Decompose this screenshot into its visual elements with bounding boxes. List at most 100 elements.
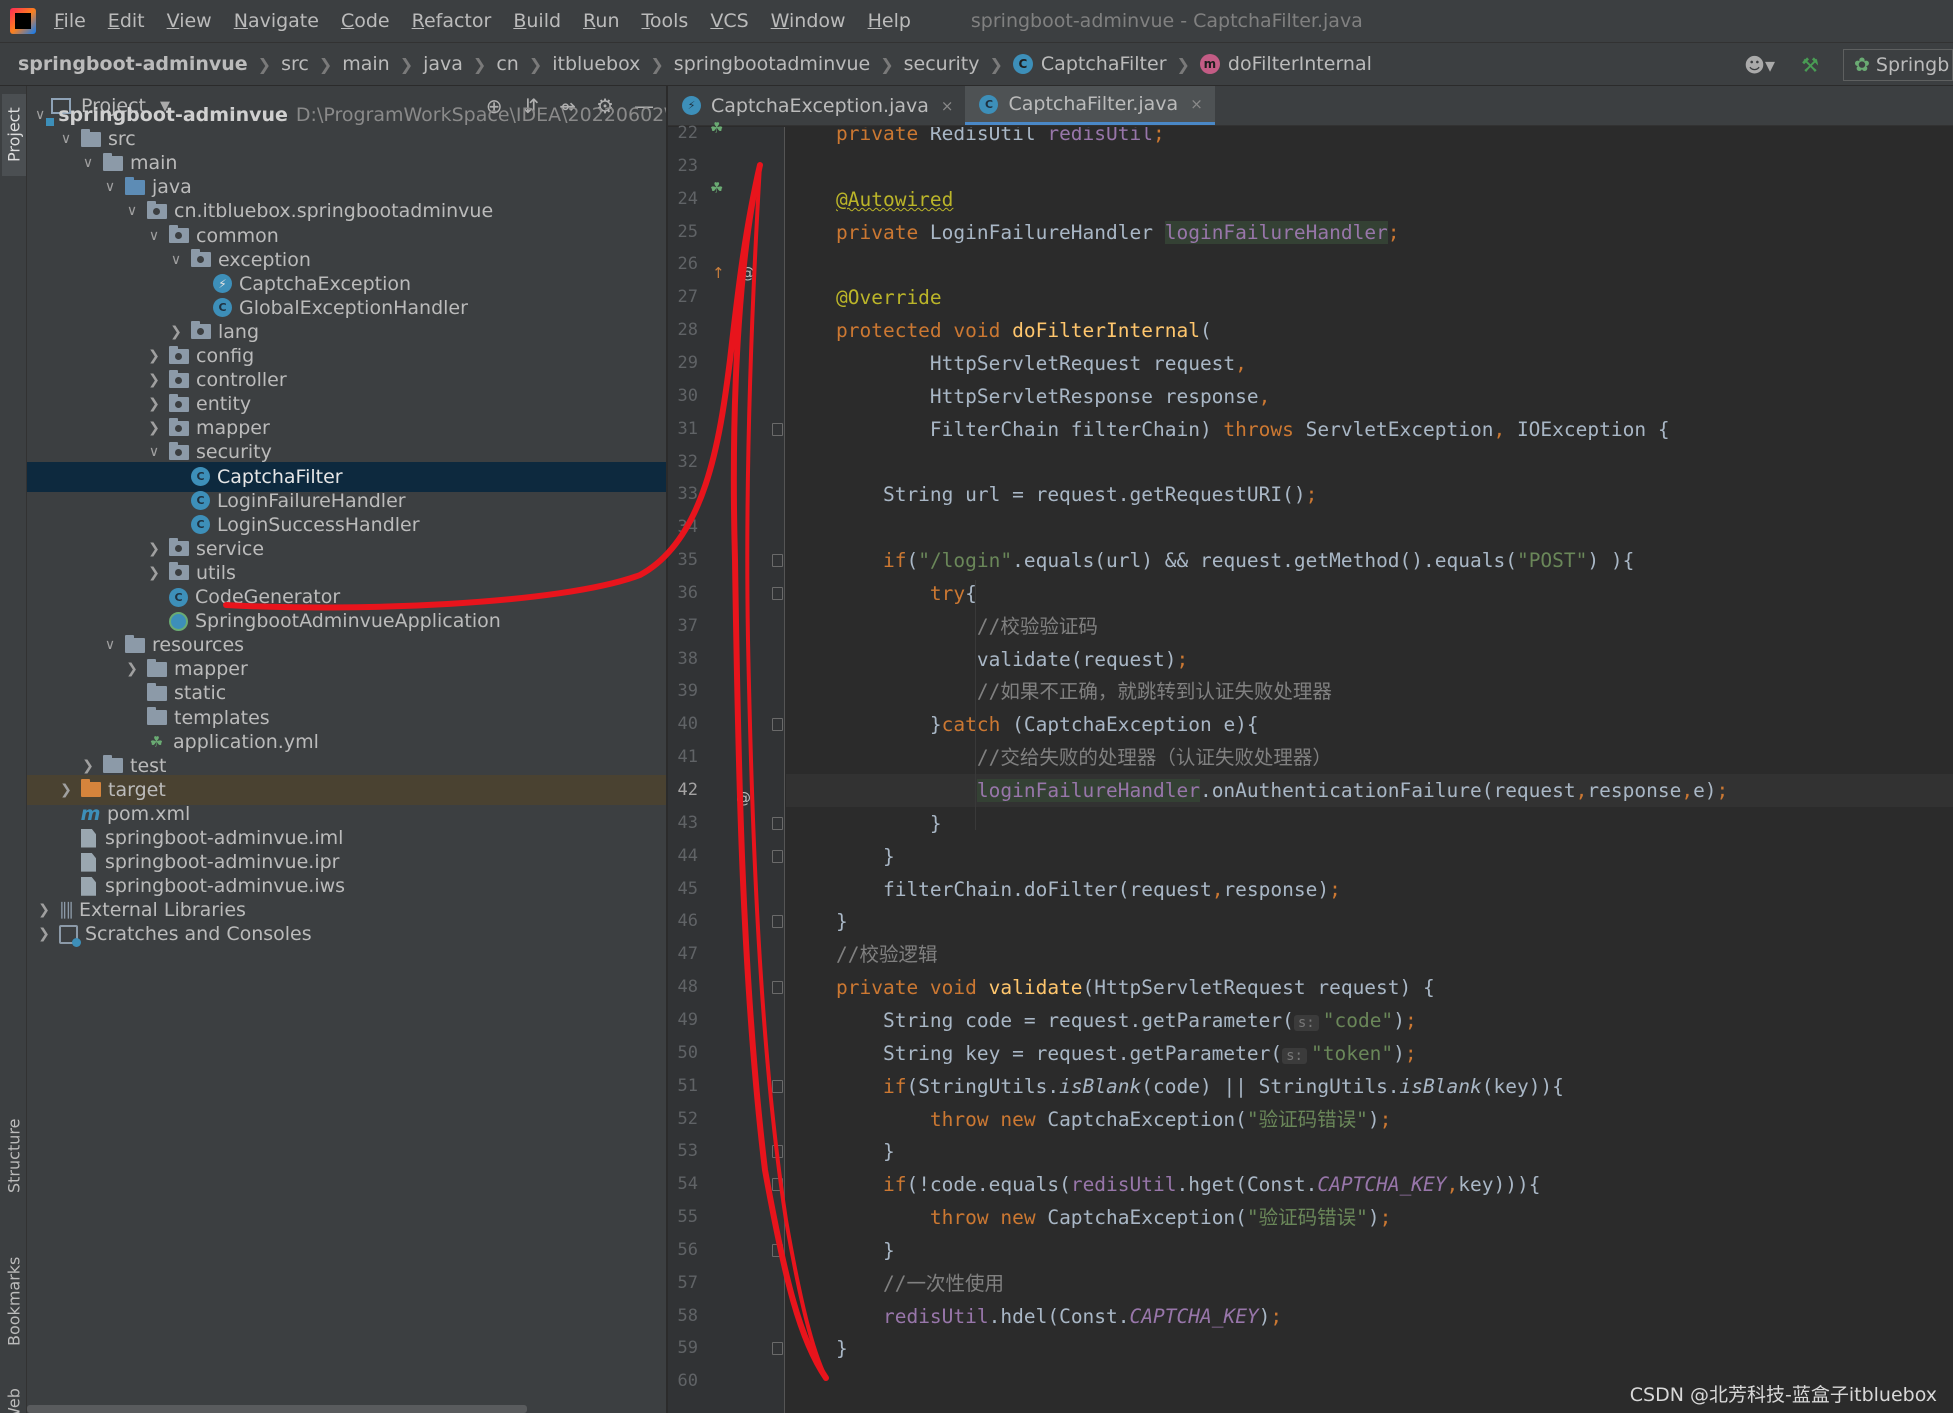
menu-item[interactable]: File xyxy=(54,10,86,32)
menu-item[interactable]: Navigate xyxy=(234,10,319,32)
spring-bean-icon[interactable]: ☘ xyxy=(710,119,723,137)
fold-toggle-icon[interactable] xyxy=(772,915,783,928)
chevron-right-icon[interactable]: ❯ xyxy=(145,565,163,581)
chevron-right-icon[interactable]: ❯ xyxy=(57,782,75,798)
fold-toggle-icon[interactable] xyxy=(772,981,783,994)
fold-toggle-icon[interactable] xyxy=(772,718,783,731)
chevron-down-icon[interactable]: ∨ xyxy=(101,637,119,653)
user-icon[interactable]: ☻▾ xyxy=(1744,53,1775,77)
breadcrumb-item[interactable]: m doFilterInternal xyxy=(1199,53,1372,75)
fold-toggle-icon[interactable] xyxy=(772,587,783,600)
menu-item[interactable]: Window xyxy=(771,10,846,32)
tool-window-structure-tab[interactable]: Structure xyxy=(2,1106,26,1206)
breadcrumb-item[interactable]: springboot-adminvue xyxy=(18,53,248,75)
menu-item[interactable]: Tools xyxy=(642,10,689,32)
spring-bean-icon[interactable]: ☘ xyxy=(710,179,723,197)
breadcrumb-item[interactable]: springbootadminvue xyxy=(674,53,870,75)
code-line: }catch (CaptchaException e){ xyxy=(786,708,1953,741)
chevron-right-icon[interactable]: ❯ xyxy=(79,758,97,774)
horizontal-scrollbar[interactable] xyxy=(27,1405,527,1413)
breadcrumb-item[interactable]: itbluebox xyxy=(552,53,640,75)
breadcrumb-item[interactable]: src xyxy=(281,53,309,75)
project-tree-item-label: utils xyxy=(196,561,236,584)
project-tree-item-label: target xyxy=(108,778,166,801)
close-icon[interactable]: × xyxy=(1190,95,1203,113)
line-number: 38 xyxy=(677,649,698,669)
annotation-icon[interactable]: @ xyxy=(740,264,755,282)
chevron-right-icon[interactable]: ❯ xyxy=(145,348,163,364)
chevron-right-icon[interactable]: ❯ xyxy=(35,902,53,918)
chevron-down-icon[interactable]: ∨ xyxy=(35,107,45,123)
menu-item[interactable]: Build xyxy=(513,10,561,32)
fold-toggle-icon[interactable] xyxy=(772,817,783,830)
code-line: loginFailureHandler.onAuthenticationFail… xyxy=(786,774,1953,807)
menu-item-label: efactor xyxy=(423,10,492,32)
chevron-down-icon[interactable]: ∨ xyxy=(101,179,119,195)
fold-toggle-icon[interactable] xyxy=(772,1178,783,1191)
fold-toggle-icon[interactable] xyxy=(772,1145,783,1158)
fold-toggle-icon[interactable] xyxy=(772,554,783,567)
chevron-down-icon[interactable]: ∨ xyxy=(167,252,185,268)
code-token: response) xyxy=(1223,878,1330,901)
code-line: } xyxy=(786,807,1953,840)
code-token: ; xyxy=(1716,779,1729,802)
line-number: 29 xyxy=(677,353,698,373)
fold-toggle-icon[interactable] xyxy=(772,423,783,436)
line-number: 46 xyxy=(677,911,698,931)
override-icon[interactable]: ↑ xyxy=(712,264,725,282)
class-icon: C xyxy=(1012,54,1033,74)
chevron-right-icon[interactable]: ❯ xyxy=(123,661,141,677)
breadcrumb-item[interactable]: security xyxy=(904,53,980,75)
code-token: ) xyxy=(1393,1042,1405,1065)
fold-toggle-icon[interactable] xyxy=(772,1080,783,1093)
fold-toggle-icon[interactable] xyxy=(772,1244,783,1257)
chevron-down-icon[interactable]: ∨ xyxy=(57,131,75,147)
code-token: ; xyxy=(1404,1042,1417,1065)
fold-toggle-icon[interactable] xyxy=(772,1342,783,1355)
build-hammer-icon[interactable]: ⚒ xyxy=(1801,53,1819,77)
menu-item[interactable]: Edit xyxy=(108,10,145,32)
tool-window-web-label: Web xyxy=(4,1388,24,1413)
menu-item[interactable]: Refactor xyxy=(412,10,492,32)
breadcrumb-separator-icon: ❯ xyxy=(880,54,894,74)
tool-window-project-tab[interactable]: Project xyxy=(2,94,26,176)
line-number: 50 xyxy=(677,1043,698,1063)
run-configuration-selector[interactable]: ✿ Springb xyxy=(1843,49,1953,81)
chevron-right-icon[interactable]: ❯ xyxy=(145,396,163,412)
chevron-right-icon[interactable]: ❯ xyxy=(145,420,163,436)
menu-item[interactable]: VCS xyxy=(710,10,748,32)
line-number: 34 xyxy=(677,517,698,537)
close-icon[interactable]: × xyxy=(941,97,954,115)
breadcrumb-item[interactable]: main xyxy=(342,53,389,75)
code-editor[interactable]: private RedisUtil redisUtil; @Autowired pr… xyxy=(786,127,1953,1413)
chevron-down-icon[interactable]: ∨ xyxy=(145,444,163,460)
tool-window-bookmarks-tab[interactable]: Bookmarks xyxy=(2,1246,26,1356)
chevron-right-icon[interactable]: ❯ xyxy=(145,541,163,557)
menu-item[interactable]: Run xyxy=(583,10,619,32)
menu-item[interactable]: Help xyxy=(868,10,911,32)
breadcrumb-item[interactable]: C CaptchaFilter xyxy=(1012,53,1167,75)
fold-toggle-icon[interactable] xyxy=(772,850,783,863)
chevron-down-icon[interactable]: ∨ xyxy=(123,203,141,219)
chevron-down-icon[interactable]: ∨ xyxy=(79,155,97,171)
code-line: if("/login".equals(url) && request.getMe… xyxy=(786,544,1953,577)
chevron-right-icon[interactable]: ❯ xyxy=(167,324,185,340)
project-tree-item[interactable]: ❯ Scratches and Consoles xyxy=(27,919,666,949)
chevron-right-icon[interactable]: ❯ xyxy=(35,926,53,942)
project-tree-item-label: External Libraries xyxy=(79,899,246,922)
project-tree-item-label: pom.xml xyxy=(107,802,191,825)
menu-item[interactable]: View xyxy=(167,10,212,32)
code-token: FilterChain filterChain) xyxy=(836,418,1224,441)
breadcrumb-item[interactable]: cn xyxy=(496,53,519,75)
editor-tab[interactable]: C CaptchaFilter.java × xyxy=(965,86,1215,125)
chevron-down-icon[interactable]: ∨ xyxy=(145,228,163,244)
chevron-right-icon[interactable]: ❯ xyxy=(145,372,163,388)
tool-window-web-tab[interactable]: Web xyxy=(2,1386,26,1413)
annotation-icon[interactable]: @ xyxy=(736,789,751,807)
code-token: IOException { xyxy=(1516,418,1670,441)
menu-item[interactable]: Code xyxy=(341,10,390,32)
project-tree-item-label: springboot-adminvue xyxy=(58,104,288,126)
breadcrumb-item[interactable]: java xyxy=(423,53,463,75)
